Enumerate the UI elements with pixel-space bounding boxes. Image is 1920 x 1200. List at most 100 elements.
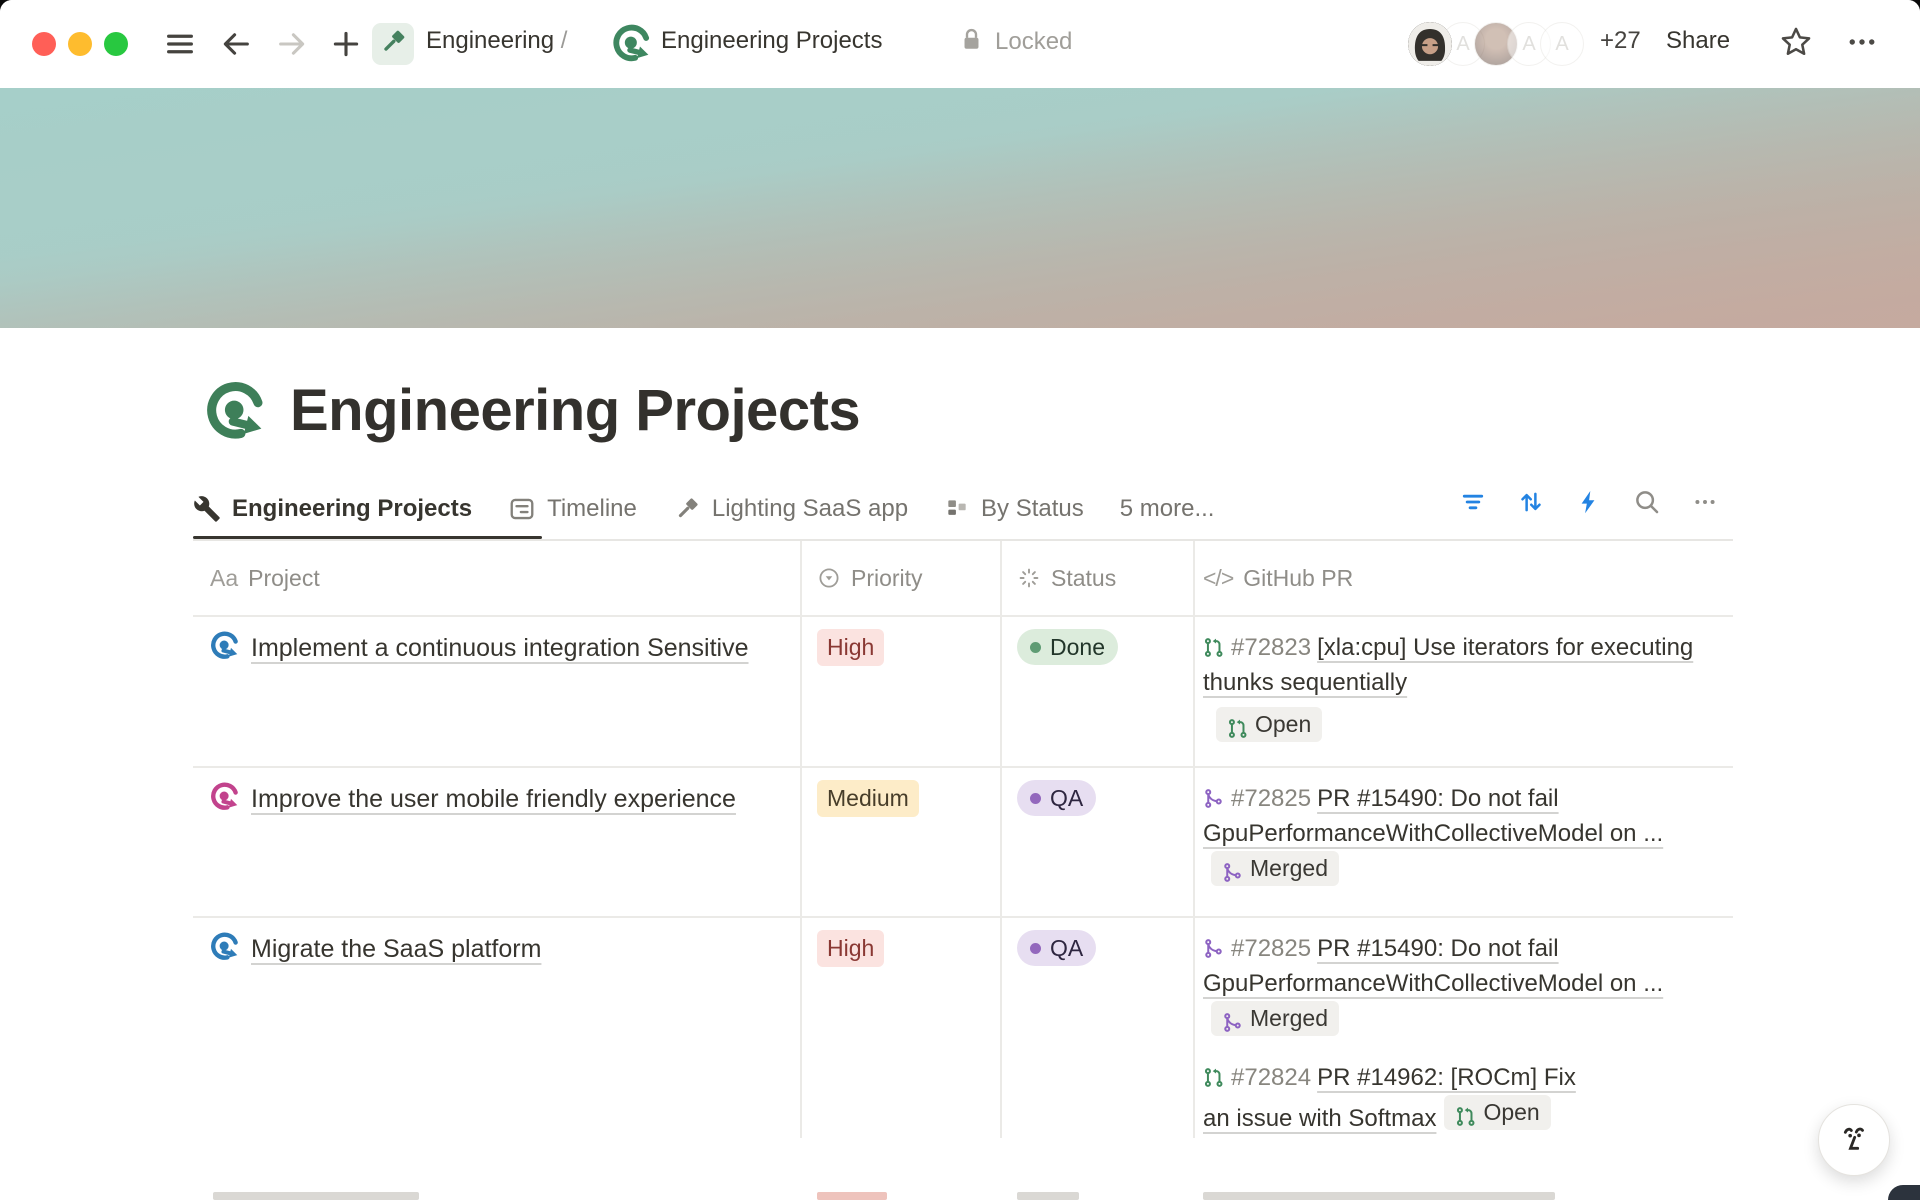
git-merge-icon bbox=[1203, 784, 1224, 805]
sort-icon bbox=[1516, 487, 1546, 522]
git-merge-icon bbox=[1203, 934, 1224, 955]
pr-entry[interactable]: #72823[xla:cpu] Use iterators for execut… bbox=[1203, 630, 1718, 748]
table-row-title[interactable]: Improve the user mobile friendly experie… bbox=[210, 781, 770, 818]
share-button[interactable]: Share bbox=[1666, 27, 1730, 55]
status-cell[interactable]: QA bbox=[1017, 780, 1096, 816]
column-label: Project bbox=[248, 565, 320, 592]
priority-cell[interactable]: High bbox=[817, 930, 884, 967]
column-header-priority[interactable]: Priority bbox=[817, 541, 923, 615]
github-pr-cell[interactable]: #72825PR #15490: Do not fail GpuPerforma… bbox=[1203, 931, 1718, 1151]
timeline-icon bbox=[508, 495, 536, 523]
more-views-link[interactable]: 5 more... bbox=[1120, 495, 1215, 523]
tab-timeline[interactable]: Timeline bbox=[508, 495, 637, 523]
view-tabs: Engineering Projects Timeline Lighting S… bbox=[193, 481, 1214, 537]
zoom-window-button[interactable] bbox=[104, 32, 128, 56]
status-cell[interactable]: Done bbox=[1017, 629, 1118, 665]
page-title[interactable]: Engineering Projects bbox=[290, 376, 860, 446]
close-window-button[interactable] bbox=[32, 32, 56, 56]
view-options-button[interactable] bbox=[1690, 489, 1720, 519]
avatar[interactable]: A bbox=[1540, 22, 1584, 66]
row-divider bbox=[193, 615, 1733, 617]
breadcrumb-teamspace-icon[interactable] bbox=[372, 23, 414, 65]
tab-label: By Status bbox=[981, 495, 1084, 523]
pr-entry[interactable]: #72824PR #14962: [ROCm] Fix an issue wit… bbox=[1203, 1060, 1601, 1136]
tab-lighting-saas-app[interactable]: Lighting SaaS app bbox=[673, 495, 908, 523]
page-icon[interactable] bbox=[205, 381, 267, 443]
avatar[interactable] bbox=[1408, 22, 1452, 66]
page-link[interactable]: Improve the user mobile friendly experie… bbox=[251, 785, 736, 813]
board-icon bbox=[944, 496, 970, 522]
clipped-row bbox=[1017, 1192, 1079, 1200]
pr-entry[interactable]: #72825PR #15490: Do not fail GpuPerforma… bbox=[1203, 781, 1718, 892]
arrow-right-icon bbox=[275, 27, 309, 61]
tab-by-status[interactable]: By Status bbox=[944, 495, 1084, 523]
table-row-title[interactable]: Migrate the SaaS platform bbox=[210, 931, 770, 968]
pr-entry[interactable]: #72825PR #15490: Do not fail GpuPerforma… bbox=[1203, 931, 1718, 1042]
pr-state-badge[interactable]: Merged bbox=[1211, 1001, 1339, 1036]
pr-state-label: Open bbox=[1255, 707, 1311, 742]
column-divider[interactable] bbox=[800, 541, 802, 1138]
column-divider[interactable] bbox=[1000, 541, 1002, 1138]
column-header-project[interactable]: Aa Project bbox=[210, 541, 320, 615]
collaborator-overflow-count[interactable]: +27 bbox=[1600, 27, 1641, 55]
pr-state-label: Merged bbox=[1250, 1001, 1328, 1036]
status-badge[interactable]: QA bbox=[1017, 930, 1096, 966]
search-button[interactable] bbox=[1632, 489, 1662, 519]
status-dot-icon bbox=[1030, 943, 1041, 954]
pr-state-badge[interactable]: Open bbox=[1444, 1095, 1550, 1130]
priority-badge[interactable]: Medium bbox=[817, 780, 919, 817]
project-sync-icon bbox=[210, 932, 240, 962]
github-pr-cell[interactable]: #72823[xla:cpu] Use iterators for execut… bbox=[1203, 630, 1718, 763]
table-row-title[interactable]: Implement a continuous integration Sensi… bbox=[210, 630, 770, 667]
plus-icon bbox=[329, 27, 363, 61]
ellipsis-icon bbox=[1691, 488, 1719, 521]
pr-number: #72823 bbox=[1231, 634, 1311, 661]
collaborator-avatars[interactable]: A A A bbox=[1408, 22, 1584, 66]
automations-button[interactable] bbox=[1574, 489, 1604, 519]
column-divider[interactable] bbox=[1193, 541, 1195, 1138]
page-link[interactable]: Migrate the SaaS platform bbox=[251, 935, 541, 963]
status-cell[interactable]: QA bbox=[1017, 930, 1096, 966]
nav-forward-button[interactable] bbox=[272, 24, 312, 64]
pr-state-badge[interactable]: Open bbox=[1216, 707, 1322, 742]
github-pr-cell[interactable]: #72825PR #15490: Do not fail GpuPerforma… bbox=[1203, 781, 1718, 907]
partial-corner-button bbox=[1888, 1185, 1920, 1200]
status-badge[interactable]: QA bbox=[1017, 780, 1096, 816]
column-header-status[interactable]: Status bbox=[1017, 541, 1116, 615]
priority-label: Medium bbox=[827, 785, 909, 812]
priority-cell[interactable]: Medium bbox=[817, 780, 919, 817]
viewport-clip-band bbox=[0, 1138, 1920, 1200]
minimize-window-button[interactable] bbox=[68, 32, 92, 56]
view-toolbar bbox=[1458, 489, 1720, 519]
priority-label: High bbox=[827, 935, 874, 962]
page-more-button[interactable] bbox=[1842, 24, 1882, 64]
git-pull-request-icon bbox=[1227, 714, 1248, 735]
column-header-github-pr[interactable]: </> GitHub PR bbox=[1203, 541, 1353, 615]
sidebar-toggle-button[interactable] bbox=[160, 24, 200, 64]
notion-ai-button[interactable] bbox=[1818, 1104, 1890, 1176]
status-label: Done bbox=[1050, 634, 1105, 661]
avatar-letter: A bbox=[1456, 33, 1469, 56]
select-property-icon bbox=[817, 566, 841, 590]
filter-button[interactable] bbox=[1458, 489, 1488, 519]
git-merge-icon bbox=[1222, 858, 1243, 879]
pr-state-badge[interactable]: Merged bbox=[1211, 851, 1339, 886]
favorite-button[interactable] bbox=[1776, 24, 1816, 64]
priority-label: High bbox=[827, 634, 874, 661]
avatar-letter: A bbox=[1555, 33, 1568, 56]
clipped-row bbox=[817, 1192, 887, 1200]
pr-state-label: Open bbox=[1483, 1095, 1539, 1130]
sort-button[interactable] bbox=[1516, 489, 1546, 519]
nav-back-button[interactable] bbox=[216, 24, 256, 64]
new-tab-button[interactable] bbox=[326, 24, 366, 64]
breadcrumb-teamspace[interactable]: Engineering / bbox=[426, 27, 567, 55]
priority-badge[interactable]: High bbox=[817, 629, 884, 666]
tab-engineering-projects[interactable]: Engineering Projects bbox=[193, 495, 472, 523]
status-badge[interactable]: Done bbox=[1017, 629, 1118, 665]
locked-toggle[interactable]: Locked bbox=[958, 26, 1072, 58]
breadcrumb-page[interactable]: Engineering Projects bbox=[661, 27, 882, 55]
hammer-icon bbox=[378, 27, 408, 62]
priority-cell[interactable]: High bbox=[817, 629, 884, 666]
priority-badge[interactable]: High bbox=[817, 930, 884, 967]
page-link[interactable]: Implement a continuous integration Sensi… bbox=[251, 634, 749, 662]
